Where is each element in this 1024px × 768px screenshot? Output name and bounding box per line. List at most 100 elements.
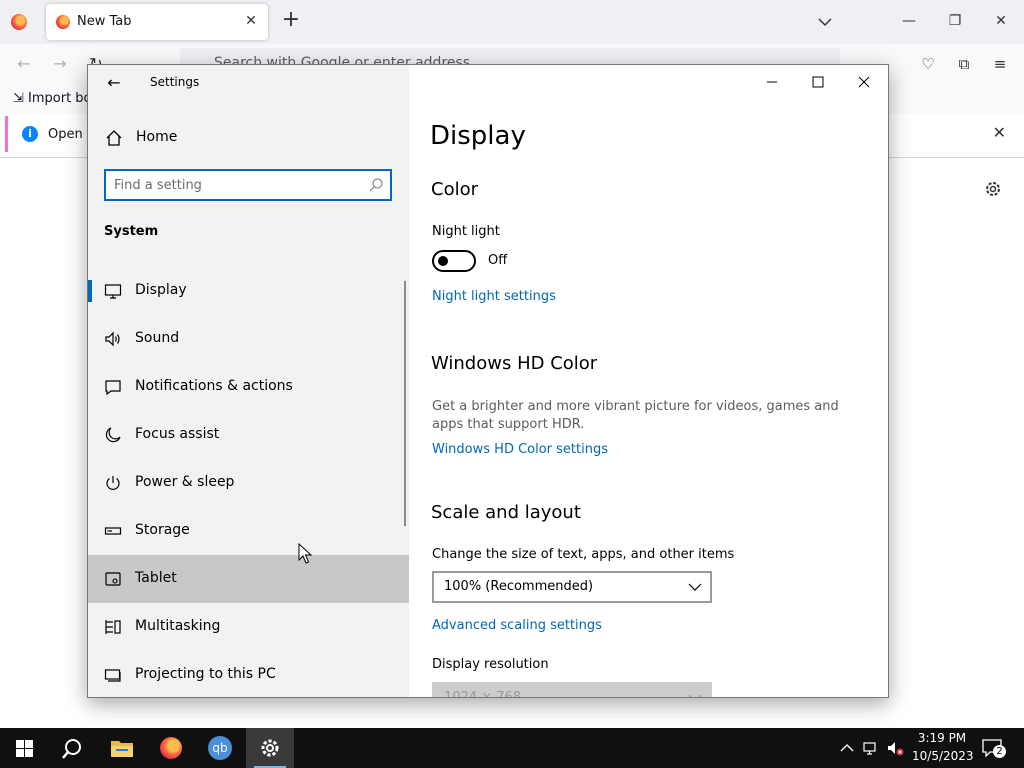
notification-count-badge: 2 [993,745,1006,758]
pocket-icon[interactable]: ♡ [918,54,938,74]
home-nav-item[interactable]: Home [88,123,409,155]
search-icon [62,739,81,759]
window-title: Settings [150,75,200,89]
start-button[interactable] [0,728,48,768]
action-center-button[interactable]: 2 [982,737,1006,759]
nav-scrollbar[interactable] [404,281,406,526]
firefox-icon [160,737,182,759]
chevron-down-icon[interactable] [815,12,835,32]
scale-dropdown-value: 100% (Recommended) [444,579,594,594]
back-button[interactable]: ← [104,73,124,93]
search-icon [369,178,383,192]
monitor-icon [104,284,122,299]
toggle-knob [438,256,448,266]
forward-icon[interactable]: → [50,54,70,74]
nav-item-notifications[interactable]: Notifications & actions [88,363,409,411]
close-tab-icon[interactable]: ✕ [242,12,260,30]
nav-item-label: Multitasking [135,618,221,634]
qbittorrent-button[interactable]: qb [196,728,244,768]
nav-item-storage[interactable]: Storage [88,507,409,555]
windows-logo-icon [16,740,33,757]
hamburger-menu-icon[interactable]: ≡ [990,54,1010,74]
settings-window: ← Settings Home System Display Sound Not… [87,64,889,698]
nav-item-label: Storage [135,522,190,538]
nav-item-projecting[interactable]: Projecting to this PC [88,651,409,697]
qbittorrent-icon: qb [208,736,232,760]
nav-item-multitasking[interactable]: Multitasking [88,603,409,651]
message-icon [105,380,121,396]
night-light-toggle[interactable] [432,250,476,272]
network-icon[interactable] [862,738,880,758]
night-light-label: Night light [432,224,500,239]
settings-content-pane: Display Color Night light Off Night ligh… [409,65,888,697]
nav-item-tablet[interactable]: Tablet [88,555,409,603]
speaker-icon [105,331,120,347]
browser-close-button[interactable]: ✕ [989,10,1013,34]
info-icon: i [22,126,38,142]
volume-muted-icon[interactable] [886,738,904,758]
tab-new-tab[interactable]: New Tab ✕ [46,4,268,40]
search-input[interactable] [114,175,354,195]
resolution-label: Display resolution [432,657,549,672]
settings-search-box[interactable] [104,169,392,201]
night-light-state: Off [488,253,508,268]
nav-item-label: Tablet [135,570,177,586]
taskbar: qb 3:19 PM 10/5/2023 2 [0,728,1024,768]
scale-layout-section-title: Scale and layout [431,502,581,523]
gear-icon[interactable] [983,179,1003,199]
night-light-settings-link[interactable]: Night light settings [432,289,556,304]
home-icon [106,130,122,146]
tab-title: New Tab [77,14,132,29]
tablet-icon [105,572,121,586]
new-tab-button[interactable]: + [281,9,301,32]
nav-item-power-sleep[interactable]: Power & sleep [88,459,409,507]
file-explorer-button[interactable] [98,728,146,768]
home-label: Home [136,129,178,145]
nav-item-sound[interactable]: Sound [88,315,409,363]
nav-item-display[interactable]: Display [88,267,409,315]
multitasking-icon [105,620,121,634]
nav-item-label: Power & sleep [135,474,235,490]
advanced-scaling-link[interactable]: Advanced scaling settings [432,618,602,633]
settings-nav-pane: ← Settings Home System Display Sound Not… [88,65,409,697]
nav-item-label: Display [135,282,187,298]
nav-item-focus-assist[interactable]: Focus assist [88,411,409,459]
firefox-menu-icon[interactable] [11,14,27,30]
clock-time[interactable]: 3:19 PM [917,731,967,745]
hd-color-section-title: Windows HD Color [431,353,598,374]
resolution-dropdown-value: 1024 × 768 [444,690,522,698]
browser-restore-button[interactable]: ❐ [943,10,967,34]
settings-taskbar-button[interactable] [246,728,294,768]
hd-color-description: Get a brighter and more vibrant picture … [432,399,839,432]
maximize-button[interactable] [803,71,833,93]
minimize-button[interactable] [757,71,787,93]
gear-icon [261,739,279,757]
scale-label: Change the size of text, apps, and other… [432,547,735,562]
browser-minimize-button[interactable]: — [897,10,921,34]
system-group-label: System [104,224,159,239]
scale-dropdown[interactable]: 100% (Recommended) [432,571,712,603]
hd-color-settings-link[interactable]: Windows HD Color settings [432,442,608,457]
page-title: Display [430,121,526,151]
resolution-dropdown[interactable]: 1024 × 768 [432,682,712,698]
chevron-down-icon [688,694,702,697]
mouse-cursor-icon [298,543,312,564]
browser-tab-strip: New Tab ✕ + — ❐ ✕ [0,0,1024,44]
storage-icon [104,527,122,535]
folder-icon [111,741,133,757]
projector-icon [104,669,121,682]
clock-date[interactable]: 10/5/2023 [912,749,974,763]
close-icon[interactable]: ✕ [993,123,1006,142]
back-icon[interactable]: ← [14,54,34,74]
firefox-taskbar-button[interactable] [147,728,195,768]
moon-icon [105,427,121,443]
nav-item-label: Sound [135,330,180,346]
close-button[interactable] [849,71,879,93]
power-icon [106,476,120,490]
color-section-title: Color [431,179,478,200]
extensions-icon[interactable]: ⧉ [954,54,974,74]
nav-item-label: Notifications & actions [135,378,293,394]
chevron-up-icon[interactable] [838,738,856,758]
nav-item-label: Focus assist [135,426,220,442]
search-button[interactable] [48,728,96,768]
